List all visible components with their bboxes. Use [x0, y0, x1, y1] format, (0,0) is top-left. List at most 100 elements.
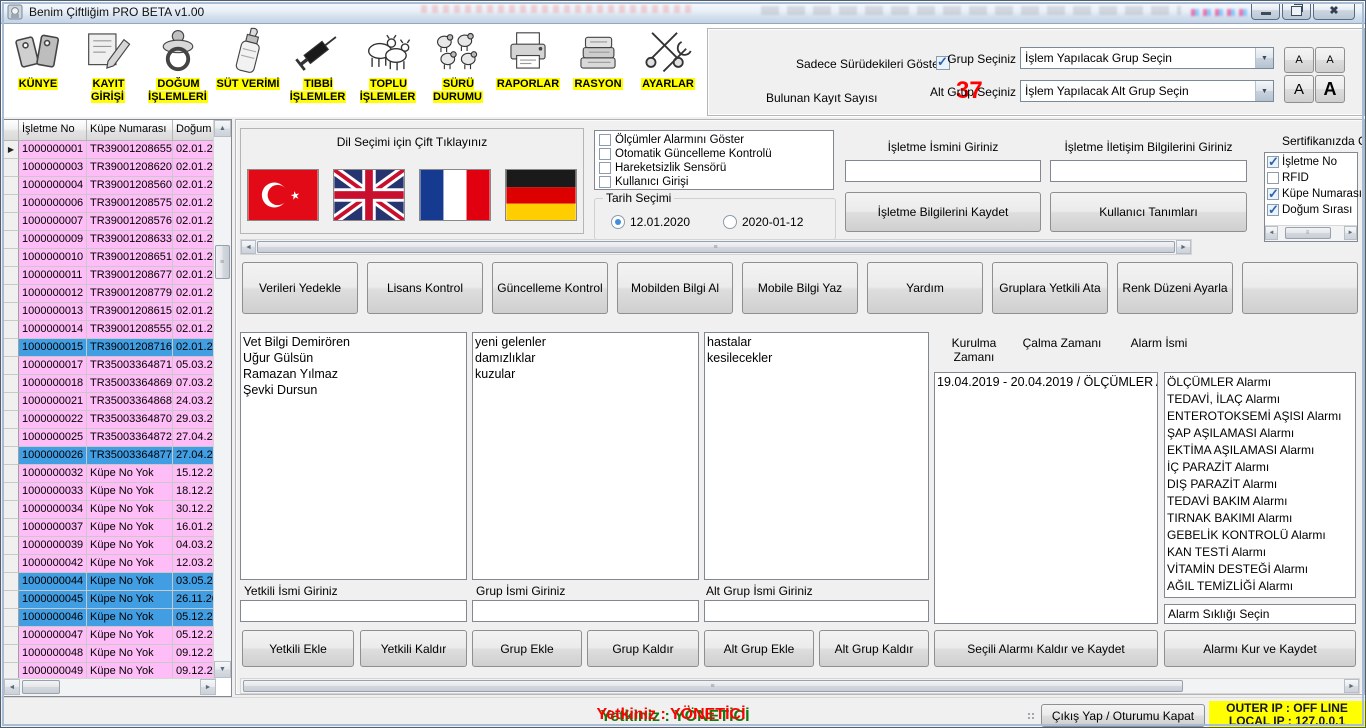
table-row[interactable]: 1000000003TR3900120862002.01.20 [4, 159, 214, 177]
table-cell[interactable]: TR39001208779 [87, 285, 173, 303]
table-cell[interactable]: 02.01.20 [173, 339, 214, 357]
table-row[interactable]: 1000000039Küpe No Yok04.03.20 [4, 537, 214, 555]
row-selector[interactable] [4, 339, 19, 357]
table-row[interactable]: 1000000048Küpe No Yok09.12.20 [4, 645, 214, 663]
table-row[interactable]: 1000000015TR3900120871602.01.20 [4, 339, 214, 357]
table-cell[interactable]: 27.04.20 [173, 429, 214, 447]
row-selector[interactable] [4, 249, 19, 267]
table-cell[interactable]: 1000000014 [19, 321, 87, 339]
table-row[interactable]: 1000000044Küpe No Yok03.05.20 [4, 573, 214, 591]
installed-alarms-list[interactable]: 19.04.2019 - 20.04.2019 / ÖLÇÜMLER Alarm… [934, 372, 1158, 624]
table-cell[interactable]: TR39001208560 [87, 177, 173, 195]
toolbar-item-sut-verimi[interactable]: SÜT VERİMİ [214, 24, 282, 116]
minimize-button[interactable] [1251, 2, 1280, 20]
set-alarm-save-button[interactable]: Alarmı Kur ve Kaydet [1164, 630, 1356, 667]
table-row[interactable]: 1000000004TR3900120856002.01.20 [4, 177, 214, 195]
grup-name-input[interactable] [472, 600, 699, 622]
option-otomatik-guncelleme[interactable]: Otomatik Güncelleme Kontrolü [599, 147, 833, 161]
table-cell[interactable]: 02.01.20 [173, 249, 214, 267]
table-cell[interactable]: 27.04.20 [173, 447, 214, 465]
table-cell[interactable]: 02.01.20 [173, 195, 214, 213]
table-cell[interactable]: 07.03.20 [173, 375, 214, 393]
option-olcumler-alarm[interactable]: Ölçümler Alarmını Göster [599, 133, 833, 147]
table-cell[interactable]: TR39001208677 [87, 267, 173, 285]
table-row[interactable]: 1000000034Küpe No Yok30.12.20 [4, 501, 214, 519]
checkbox[interactable] [599, 134, 611, 146]
table-row[interactable]: 1000000026TR3500336487727.04.20 [4, 447, 214, 465]
table-horizontal-scrollbar[interactable]: ◄ ► [4, 678, 216, 696]
grup-ekle-button[interactable]: Grup Ekle [472, 630, 582, 667]
table-cell[interactable]: 1000000009 [19, 231, 87, 249]
table-cell[interactable]: TR35003364868 [87, 393, 173, 411]
toolbar-item-tibbi-islemler[interactable]: TIBBİ İŞLEMLER [284, 24, 352, 116]
authorized-persons-list[interactable]: Vet Bilgi DemirörenUğur GülsünRamazan Yı… [240, 332, 467, 580]
table-cell[interactable]: TR39001208576 [87, 213, 173, 231]
certificate-option[interactable]: İşletme No [1267, 154, 1366, 170]
table-cell[interactable]: TR39001208615 [87, 303, 173, 321]
table-cell[interactable]: TR39001208651 [87, 249, 173, 267]
row-selector[interactable] [4, 591, 19, 609]
altgrup-name-input[interactable] [704, 600, 929, 622]
table-cell[interactable]: 1000000001 [19, 141, 87, 159]
table-cell[interactable]: 09.12.20 [173, 645, 214, 663]
list-item[interactable]: TEDAVİ, İLAÇ Alarmı [1167, 391, 1355, 408]
table-row[interactable]: 1000000047Küpe No Yok05.12.20 [4, 627, 214, 645]
scroll-right-icon[interactable]: ► [1344, 226, 1357, 240]
table-cell[interactable]: Küpe No Yok [87, 591, 173, 609]
font-size-button-3[interactable]: A [1284, 75, 1314, 103]
panel-horizontal-scrollbar[interactable]: ◄ ≡ ► [240, 239, 1192, 255]
row-selector[interactable] [4, 447, 19, 465]
grup-kaldir-button[interactable]: Grup Kaldır [587, 630, 699, 667]
table-cell[interactable]: 1000000048 [19, 645, 87, 663]
table-cell[interactable]: 1000000037 [19, 519, 87, 537]
titlebar[interactable]: Benim Çiftliğim PRO BETA v1.00 ✖ [1, 1, 1365, 24]
table-cell[interactable]: 1000000025 [19, 429, 87, 447]
date-format-option-1[interactable]: 12.01.2020 [611, 215, 690, 229]
table-cell[interactable]: 1000000034 [19, 501, 87, 519]
groups-list[interactable]: yeni gelenlerdamızlıklarkuzular [472, 332, 699, 580]
table-row[interactable]: 1000000037Küpe No Yok16.01.20 [4, 519, 214, 537]
table-cell[interactable]: Küpe No Yok [87, 627, 173, 645]
scrollbar-thumb[interactable]: ≡ [1285, 227, 1331, 239]
scrollbar-thumb[interactable]: ≡ [243, 680, 1183, 692]
scroll-up-icon[interactable]: ▲ [214, 120, 231, 137]
row-selector[interactable] [4, 537, 19, 555]
row-selector[interactable] [4, 285, 19, 303]
row-selector[interactable] [4, 429, 19, 447]
list-item[interactable]: kesilecekler [707, 350, 928, 366]
flag-germany[interactable] [505, 169, 577, 221]
scroll-right-icon[interactable]: ► [1344, 679, 1359, 693]
table-cell[interactable]: 02.01.20 [173, 177, 214, 195]
list-item[interactable]: ÖLÇÜMLER Alarmı [1167, 374, 1355, 391]
table-row[interactable]: 1000000022TR3500336487029.03.20 [4, 411, 214, 429]
row-selector[interactable] [4, 267, 19, 285]
table-cell[interactable]: 1000000021 [19, 393, 87, 411]
scrollbar-thumb[interactable]: ≡ [215, 245, 230, 279]
table-row[interactable]: 1000000045Küpe No Yok26.11.20 [4, 591, 214, 609]
toolbar-item-kayit-girisi[interactable]: KAYIT GİRİŞİ [74, 24, 142, 116]
list-item[interactable]: kuzular [475, 366, 698, 382]
table-row[interactable]: 1000000042Küpe No Yok12.03.20 [4, 555, 214, 573]
table-cell[interactable]: TR35003364869 [87, 375, 173, 393]
yetkili-kaldir-button[interactable]: Yetkili Kaldır [360, 630, 467, 667]
altgrup-ekle-button[interactable]: Alt Grup Ekle [704, 630, 814, 667]
row-selector[interactable] [4, 177, 19, 195]
table-cell[interactable]: 1000000022 [19, 411, 87, 429]
list-item[interactable]: damızlıklar [475, 350, 698, 366]
checkbox[interactable] [1267, 156, 1279, 168]
yetkili-ekle-button[interactable]: Yetkili Ekle [242, 630, 354, 667]
row-selector[interactable] [4, 321, 19, 339]
list-item[interactable]: VİTAMİN DESTEĞİ Alarmı [1167, 561, 1355, 578]
row-selector[interactable] [4, 609, 19, 627]
checkbox[interactable] [1267, 172, 1279, 184]
table-cell[interactable]: 26.11.20 [173, 591, 214, 609]
table-cell[interactable]: 1000000004 [19, 177, 87, 195]
certificate-option[interactable]: Doğum Sırası [1267, 202, 1366, 218]
column-header-isletme-no[interactable]: İşletme No [19, 120, 87, 141]
checkbox[interactable] [599, 176, 611, 188]
font-size-button-2[interactable]: A [1315, 47, 1345, 73]
action-button-lisans-kontrol[interactable]: Lisans Kontrol [367, 262, 483, 314]
table-cell[interactable]: 1000000032 [19, 465, 87, 483]
table-cell[interactable]: 05.03.20 [173, 357, 214, 375]
table-cell[interactable]: 1000000045 [19, 591, 87, 609]
